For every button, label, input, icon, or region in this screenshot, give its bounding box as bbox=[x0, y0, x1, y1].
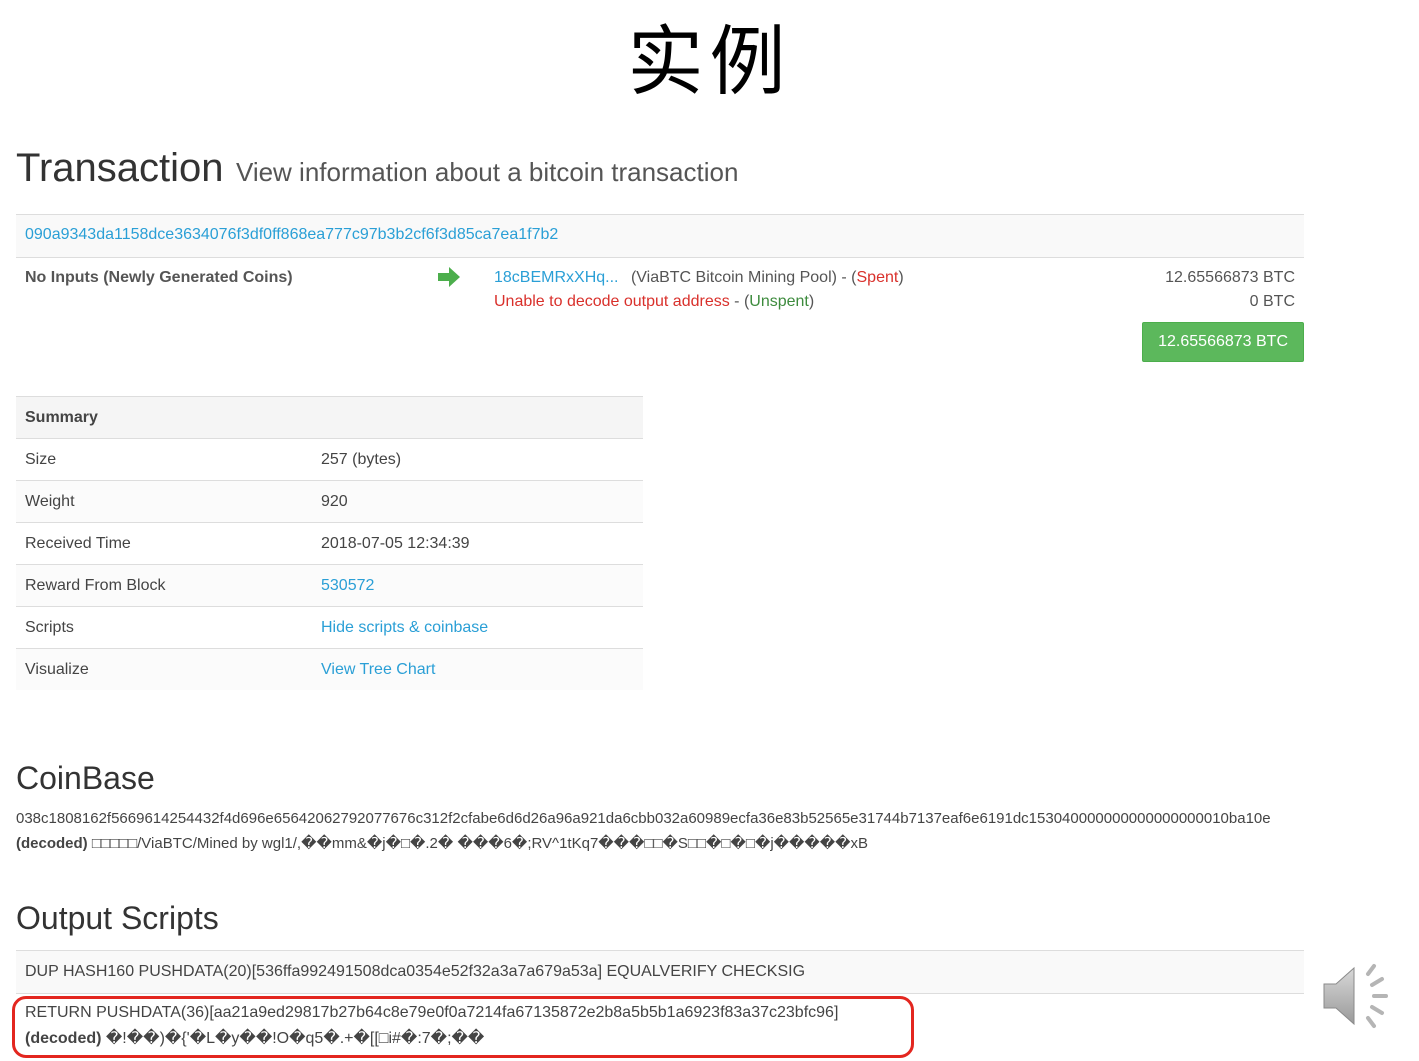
output-2-status: Unspent bbox=[749, 293, 809, 310]
speaker-icon[interactable] bbox=[1318, 958, 1400, 1034]
summary-label: Reward From Block bbox=[16, 564, 312, 607]
summary-label: Size bbox=[16, 438, 312, 481]
summary-value: 920 bbox=[312, 480, 643, 523]
summary-row: Reward From Block 530572 bbox=[16, 564, 643, 607]
coinbase-decoded-label: (decoded) bbox=[16, 835, 88, 852]
view-tree-chart-link[interactable]: View Tree Chart bbox=[321, 661, 435, 678]
tx-io: No Inputs (Newly Generated Coins) 18cBEM… bbox=[16, 258, 1304, 368]
summary-row: Scripts Hide scripts & coinbase bbox=[16, 606, 643, 649]
output-2-address: Unable to decode output address bbox=[494, 293, 730, 310]
summary-heading: Summary bbox=[16, 396, 643, 439]
coinbase-decoded-text: □□□□□/ViaBTC/Mined by wgl1/,��mm&�j�□�.2… bbox=[87, 835, 869, 852]
page-title: Transaction bbox=[16, 146, 224, 190]
summary-value: 257 (bytes) bbox=[312, 438, 643, 481]
tx-inputs-label: No Inputs (Newly Generated Coins) bbox=[25, 269, 293, 286]
summary-row: Weight 920 bbox=[16, 480, 643, 523]
output-address-link[interactable]: 18cBEMRxXHq... bbox=[494, 269, 618, 286]
slide-title: 实例 bbox=[627, 17, 792, 106]
tx-output-2: Unable to decode output address - (Unspe… bbox=[494, 293, 814, 311]
output-2-status-close: ) bbox=[808, 293, 815, 310]
summary-label: Weight bbox=[16, 480, 312, 523]
output-1-label: (ViaBTC Bitcoin Mining Pool) - ( bbox=[630, 269, 857, 286]
page-header: Transaction View information about a bit… bbox=[16, 146, 738, 191]
highlight-annotation bbox=[12, 996, 914, 1058]
output-2-amount: 0 BTC bbox=[1249, 293, 1295, 310]
output-script-row: DUP HASH160 PUSHDATA(20)[536ffa992491508… bbox=[16, 950, 1304, 994]
total-btc-button[interactable]: 12.65566873 BTC bbox=[1142, 322, 1304, 362]
coinbase-decoded: (decoded) □□□□□/ViaBTC/Mined by wgl1/,��… bbox=[16, 834, 868, 852]
summary-value: Hide scripts & coinbase bbox=[312, 606, 643, 649]
coinbase-heading: CoinBase bbox=[16, 760, 155, 796]
summary-value: View Tree Chart bbox=[312, 648, 643, 690]
summary-value: 2018-07-05 12:34:39 bbox=[312, 522, 643, 565]
tx-hash-link[interactable]: 090a9343da1158dce3634076f3df0ff868ea777c… bbox=[25, 226, 558, 244]
summary-table: Summary Size 257 (bytes) Weight 920 Rece… bbox=[16, 396, 643, 690]
tx-hash-row: 090a9343da1158dce3634076f3df0ff868ea777c… bbox=[16, 214, 1304, 258]
output-1-status-close: ) bbox=[898, 269, 904, 286]
summary-row: Size 257 (bytes) bbox=[16, 438, 643, 481]
page-subtitle: View information about a bitcoin transac… bbox=[235, 157, 739, 187]
summary-label: Scripts bbox=[16, 606, 312, 649]
summary-label: Received Time bbox=[16, 522, 312, 565]
output-scripts-heading: Output Scripts bbox=[16, 900, 219, 936]
arrow-right-icon bbox=[438, 267, 460, 287]
output-2-label: - ( bbox=[729, 293, 750, 310]
summary-row: Received Time 2018-07-05 12:34:39 bbox=[16, 522, 643, 565]
summary-row: Visualize View Tree Chart bbox=[16, 648, 643, 690]
tx-output-1: 18cBEMRxXHq... (ViaBTC Bitcoin Mining Po… bbox=[494, 269, 904, 287]
summary-label: Visualize bbox=[16, 648, 312, 690]
summary-value: 530572 bbox=[312, 564, 643, 607]
block-link[interactable]: 530572 bbox=[321, 577, 374, 594]
coinbase-hex: 038c1808162f5669614254432f4d696e65642062… bbox=[16, 810, 1271, 827]
hide-scripts-link[interactable]: Hide scripts & coinbase bbox=[321, 619, 488, 636]
summary-header-row: Summary bbox=[16, 396, 643, 439]
output-script-1: DUP HASH160 PUSHDATA(20)[536ffa992491508… bbox=[25, 963, 806, 980]
output-1-amount: 12.65566873 BTC bbox=[1165, 269, 1295, 286]
output-1-status: Spent bbox=[856, 269, 899, 286]
